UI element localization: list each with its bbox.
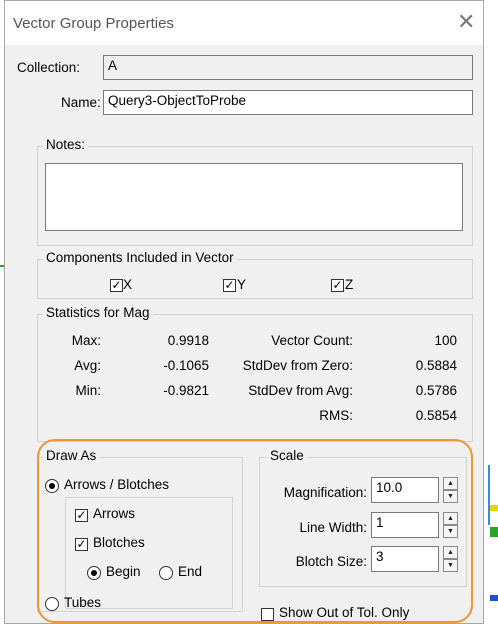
- spin-down-icon[interactable]: ▼: [443, 525, 458, 538]
- magnification-spinner[interactable]: ▲ ▼: [443, 477, 458, 503]
- notes-textarea[interactable]: [45, 163, 463, 231]
- stat-rms-value: 0.5854: [415, 408, 457, 423]
- blotch-size-spinner[interactable]: ▲ ▼: [443, 546, 458, 572]
- stat-rms-label: RMS:: [319, 408, 353, 423]
- name-label: Name:: [61, 95, 101, 110]
- component-x-label: X: [123, 277, 133, 292]
- component-z-label: Z: [345, 277, 354, 292]
- statistics-label: Statistics for Mag: [43, 305, 153, 320]
- close-icon[interactable]: ✕: [457, 11, 475, 33]
- stat-max-value: 0.9918: [167, 333, 209, 348]
- arrows-checkbox[interactable]: ✓: [75, 509, 88, 522]
- component-y-checkbox[interactable]: ✓: [223, 279, 236, 292]
- spin-up-icon[interactable]: ▲: [443, 477, 458, 490]
- arrows-blotches-radio[interactable]: [45, 479, 59, 493]
- spin-up-icon[interactable]: ▲: [443, 512, 458, 525]
- draw-as-label: Draw As: [43, 448, 100, 463]
- show-out-of-tol-label: Show Out of Tol. Only: [279, 605, 410, 620]
- line-width-input[interactable]: 1: [371, 512, 439, 538]
- collection-label: Collection:: [17, 60, 81, 75]
- stat-avg-label: Avg:: [74, 358, 101, 373]
- stat-sdzero-value: 0.5884: [415, 358, 457, 373]
- stat-count-label: Vector Count:: [271, 333, 353, 348]
- arrows-blotches-label: Arrows / Blotches: [64, 477, 170, 492]
- components-group: [37, 259, 473, 299]
- component-x-checkbox[interactable]: ✓: [110, 279, 123, 292]
- magnification-label: Magnification:: [283, 485, 367, 500]
- components-label: Components Included in Vector: [43, 250, 237, 265]
- vector-group-properties-dialog: Vector Group Properties ✕ Collection: A …: [4, 0, 484, 624]
- line-width-spinner[interactable]: ▲ ▼: [443, 512, 458, 538]
- component-z-checkbox[interactable]: ✓: [331, 279, 344, 292]
- blotch-size-label: Blotch Size:: [295, 554, 367, 569]
- stat-count-value: 100: [434, 333, 457, 348]
- blotches-label: Blotches: [93, 535, 145, 550]
- end-radio[interactable]: [159, 566, 173, 580]
- spin-up-icon[interactable]: ▲: [443, 546, 458, 559]
- title-bar[interactable]: Vector Group Properties ✕: [5, 1, 483, 45]
- magnification-input[interactable]: 10.0: [371, 477, 439, 503]
- name-field[interactable]: Query3-ObjectToProbe: [103, 90, 473, 115]
- tubes-radio[interactable]: [45, 597, 59, 611]
- window-title: Vector Group Properties: [13, 15, 174, 32]
- stat-avg-value: -0.1065: [163, 358, 209, 373]
- stat-sdzero-label: StdDev from Zero:: [242, 358, 353, 373]
- line-width-label: Line Width:: [299, 520, 367, 535]
- stat-sdavg-value: 0.5786: [415, 383, 457, 398]
- begin-radio[interactable]: [87, 566, 101, 580]
- stat-min-label: Min:: [75, 383, 101, 398]
- tubes-label: Tubes: [64, 595, 102, 610]
- spin-down-icon[interactable]: ▼: [443, 490, 458, 503]
- show-out-of-tol-checkbox[interactable]: [261, 608, 274, 621]
- spin-down-icon[interactable]: ▼: [443, 559, 458, 572]
- stat-sdavg-label: StdDev from Avg:: [248, 383, 353, 398]
- scale-label: Scale: [267, 448, 307, 463]
- end-label: End: [178, 564, 203, 579]
- component-y-label: Y: [237, 277, 247, 292]
- blotches-checkbox[interactable]: ✓: [75, 538, 88, 551]
- notes-label: Notes:: [43, 137, 89, 152]
- blotch-size-input[interactable]: 3: [371, 546, 439, 572]
- collection-field: A: [103, 55, 473, 80]
- arrows-blotches-subgroup: [65, 497, 233, 609]
- stat-max-label: Max:: [71, 333, 101, 348]
- arrows-label: Arrows: [93, 506, 136, 521]
- background-right-strip: [486, 455, 498, 610]
- stat-min-value: -0.9821: [163, 383, 209, 398]
- begin-label: Begin: [106, 564, 141, 579]
